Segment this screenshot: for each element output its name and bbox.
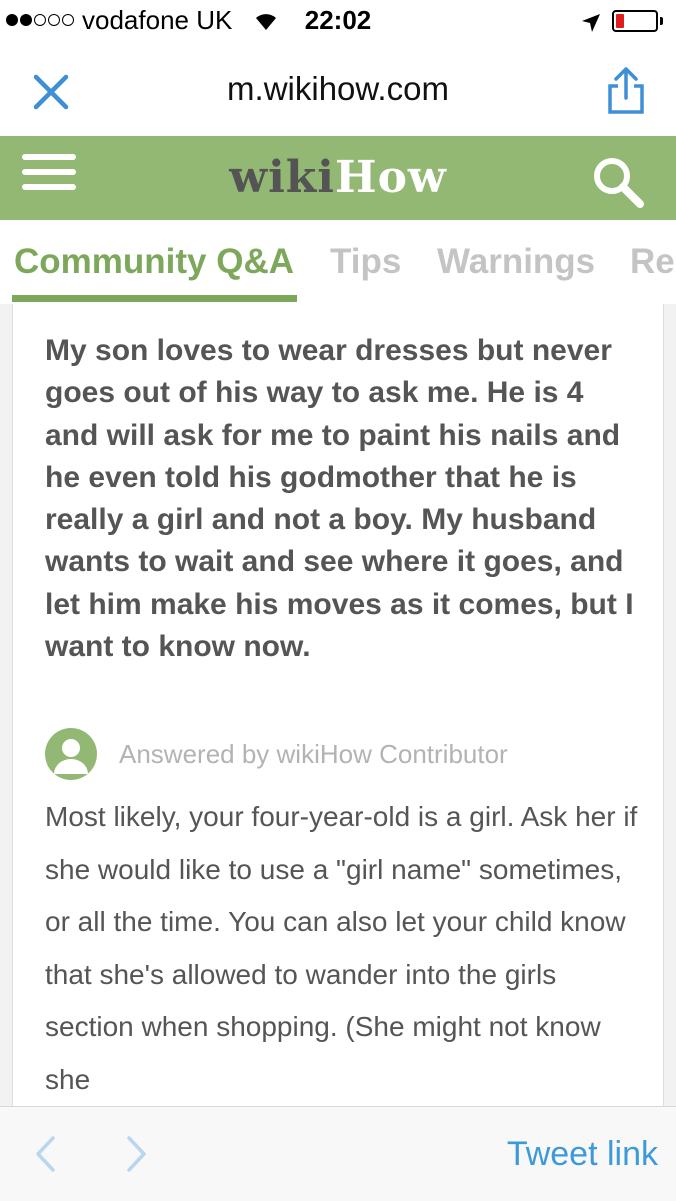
clock: 22:02 (304, 5, 372, 35)
logo-wiki-text: wiki (229, 152, 335, 203)
qa-card: My son loves to wear dresses but never g… (12, 304, 664, 1106)
answer-text: Most likely, your four-year-old is a gir… (45, 801, 638, 1095)
active-tab-indicator (12, 295, 297, 302)
tab-community-qa[interactable]: Community Q&A (14, 242, 294, 282)
logo-how-text: How (335, 152, 447, 203)
answered-by-label: Answered by wikiHow Contributor (119, 739, 508, 769)
wikihow-logo[interactable]: wikiHow (0, 152, 676, 203)
status-bar: vodafone UK 22:02 (0, 0, 676, 44)
share-icon[interactable] (604, 66, 648, 116)
tweet-link-button[interactable]: Tweet link (507, 1135, 658, 1174)
tab-related[interactable]: Re (630, 242, 675, 282)
url-text[interactable]: m.wikihow.com (0, 70, 676, 108)
browser-url-bar: m.wikihow.com (0, 44, 676, 136)
tab-tips[interactable]: Tips (330, 242, 401, 282)
avatar-icon (45, 728, 97, 780)
search-icon[interactable] (590, 154, 646, 210)
battery-icon (612, 10, 658, 32)
section-tabs: Community Q&A Tips Warnings Re (0, 220, 676, 306)
question-text: My son loves to wear dresses but never g… (45, 334, 634, 664)
chevron-right-icon[interactable] (126, 1135, 148, 1173)
chevron-left-icon[interactable] (34, 1135, 56, 1173)
bottom-toolbar: Tweet link (0, 1106, 676, 1201)
location-arrow-icon (580, 10, 602, 41)
tab-warnings[interactable]: Warnings (437, 242, 595, 282)
site-header: wikiHow (0, 136, 676, 220)
